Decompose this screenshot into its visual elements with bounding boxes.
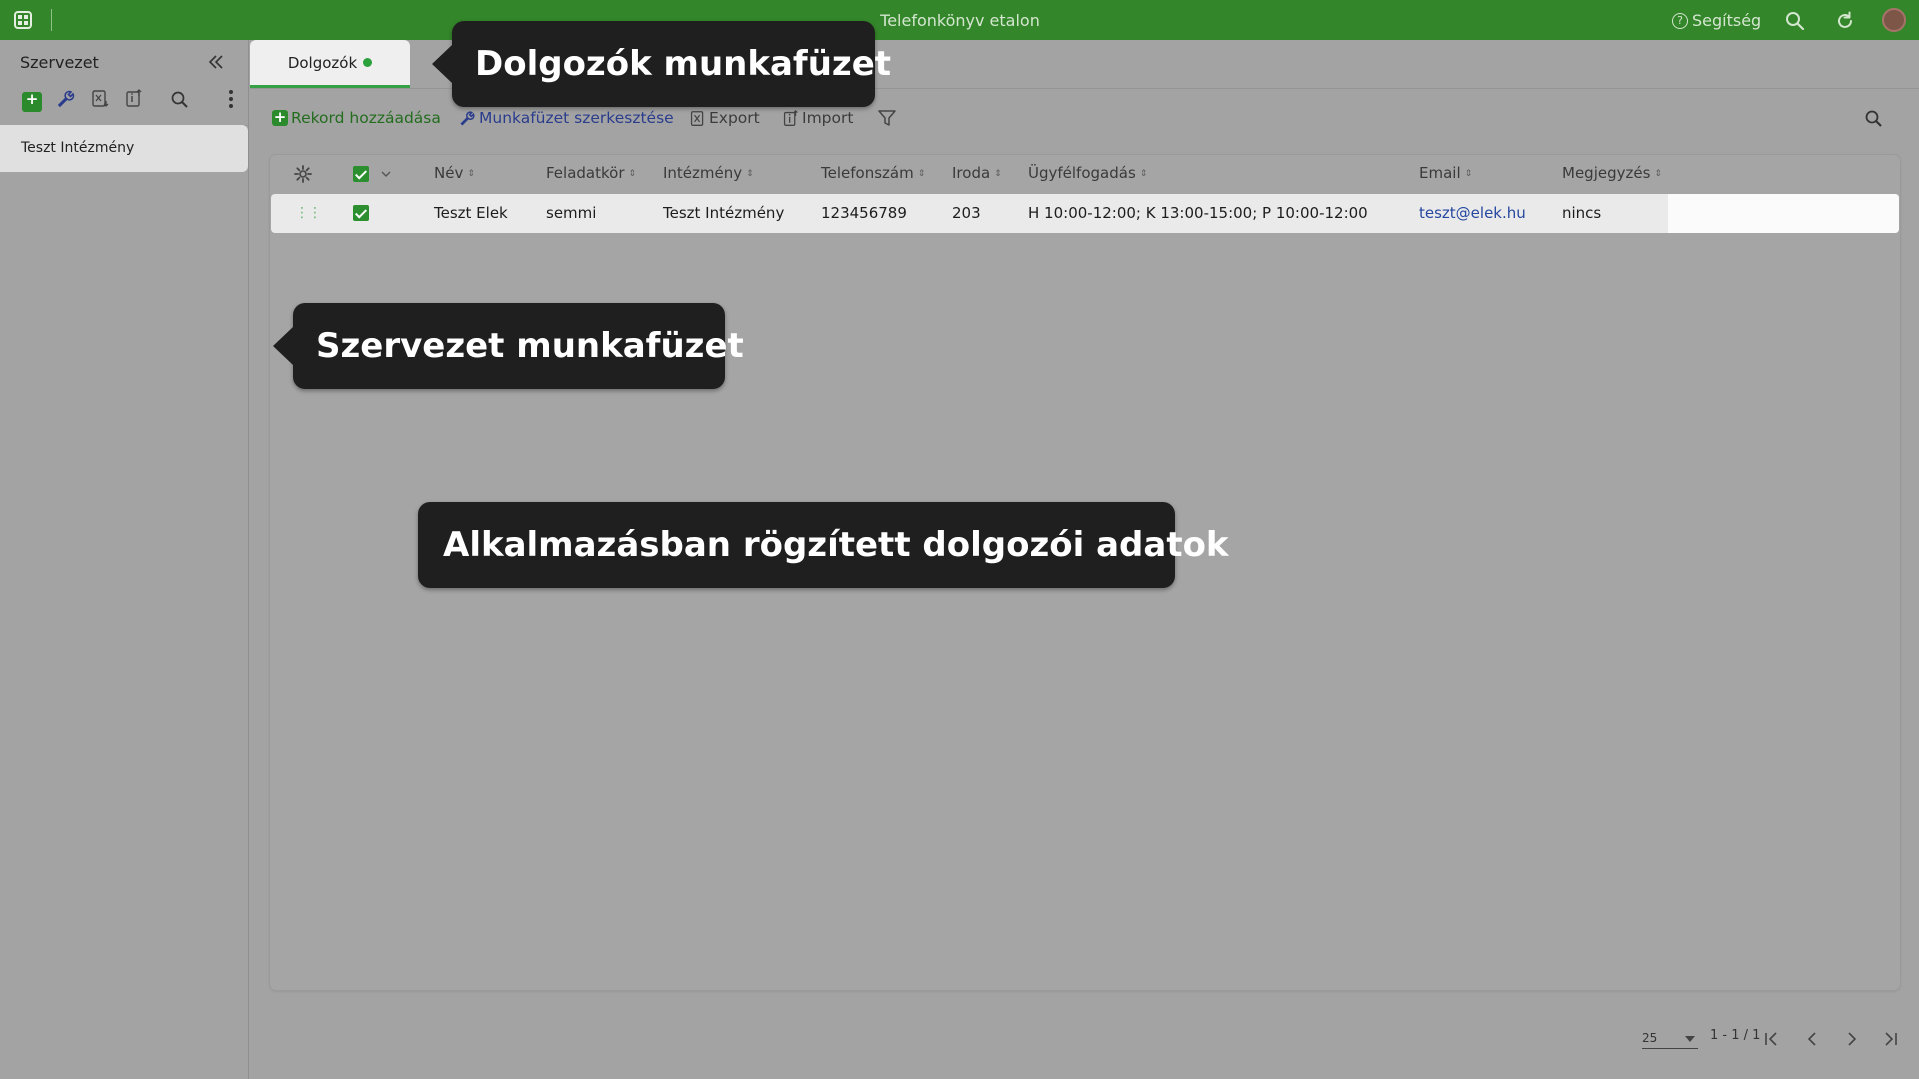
import-label: Import — [802, 109, 854, 127]
column-header-intezmeny: Intézmény — [663, 164, 743, 182]
tab-dolgozok[interactable]: Dolgozók — [250, 40, 410, 88]
import-icon[interactable] — [124, 89, 144, 109]
callout-dolgozok-munkafuzet: Dolgozók munkafüzet — [432, 21, 891, 107]
last-page-icon[interactable] — [1882, 1030, 1900, 1048]
cell-phone: 123456789 — [821, 204, 907, 222]
column-header[interactable]: Intézmény ⇕ — [663, 164, 754, 182]
add-record-label: Rekord hozzáadása — [291, 109, 441, 127]
cell-note: nincs — [1562, 204, 1602, 222]
next-page-icon[interactable] — [1843, 1030, 1861, 1048]
sort-icon: ⇕ — [917, 169, 926, 179]
column-header-ugyfelfogadas: Ügyfélfogadás — [1028, 164, 1136, 182]
wrench-icon — [460, 110, 475, 126]
row-empty-area — [1668, 194, 1899, 233]
column-header-iroda: Iroda — [952, 164, 991, 182]
table-search-icon[interactable] — [1864, 109, 1884, 129]
wrench-icon[interactable] — [56, 89, 76, 109]
sort-icon: ⇕ — [467, 169, 475, 179]
sort-icon: ⇕ — [1139, 169, 1148, 179]
app-grid-icon[interactable] — [14, 11, 32, 29]
cell-office: 203 — [952, 204, 981, 222]
top-bar-divider — [51, 9, 52, 31]
select-all-checkbox[interactable] — [353, 166, 369, 182]
callout-text: Szervezet munkafüzet — [316, 326, 744, 366]
callout-szervezet-munkafuzet: Szervezet munkafüzet — [273, 303, 744, 389]
page-size-value: 25 — [1642, 1031, 1658, 1045]
add-record-button[interactable]: + Rekord hozzáadása — [272, 109, 441, 127]
search-icon[interactable] — [1784, 10, 1806, 32]
collapse-sidebar-icon[interactable] — [206, 52, 226, 72]
export-button[interactable]: Export — [689, 109, 760, 127]
callout-text: Alkalmazásban rögzített dolgozói adatok — [443, 525, 1229, 565]
top-bar: Telefonkönyv etalon ? Segítség — [0, 0, 1919, 40]
edit-workbook-button[interactable]: Munkafüzet szerkesztése — [459, 109, 674, 127]
chevron-down-icon[interactable] — [380, 169, 392, 179]
column-header[interactable]: Email ⇕ — [1419, 164, 1472, 182]
excel-export-icon[interactable] — [90, 89, 110, 109]
column-header[interactable]: Megjegyzés ⇕ — [1562, 164, 1662, 182]
export-label: Export — [709, 109, 760, 127]
tab-label: Dolgozók — [287, 54, 358, 72]
column-header-telefonszam: Telefonszám — [821, 164, 914, 182]
column-header[interactable]: Iroda ⇕ — [952, 164, 1002, 182]
sidebar-search-icon[interactable] — [170, 90, 190, 110]
first-page-icon[interactable] — [1762, 1030, 1780, 1048]
cell-role: semmi — [546, 204, 597, 222]
callout-arrow — [273, 327, 293, 365]
callout-dolgozoi-adatok: Alkalmazásban rögzített dolgozói adatok — [418, 502, 1229, 588]
help-label: Segítség — [1692, 11, 1762, 30]
table-header: Név ⇕ Feladatkör ⇕ Intézmény ⇕ Telefonszám ⇕… — [270, 155, 1900, 193]
import-button[interactable]: Import — [782, 109, 853, 127]
row-checkbox[interactable] — [353, 205, 369, 221]
more-icon[interactable] — [228, 89, 234, 109]
cell-email-link[interactable]: teszt@elek.hu — [1419, 204, 1526, 222]
add-icon[interactable]: + — [22, 89, 42, 112]
page-size-select[interactable]: 25 — [1642, 1031, 1698, 1049]
cell-institution: Teszt Intézmény — [663, 204, 785, 222]
sidebar: Szervezet + Teszt Intézmény — [0, 40, 249, 1079]
column-header[interactable]: Telefonszám ⇕ — [821, 164, 925, 182]
callout-text: Dolgozók munkafüzet — [475, 44, 892, 84]
drag-handle-icon[interactable]: ⋮⋮ — [295, 205, 322, 221]
callout-arrow — [432, 45, 452, 83]
column-header[interactable]: Feladatkör ⇕ — [546, 164, 636, 182]
excel-icon — [690, 110, 704, 126]
sidebar-title: Szervezet — [20, 53, 99, 72]
column-header-email: Email — [1419, 164, 1461, 182]
sort-icon: ⇕ — [1654, 169, 1662, 179]
sort-icon: ⇕ — [1464, 169, 1473, 179]
user-avatar[interactable] — [1882, 8, 1906, 32]
column-header-megjegyzes: Megjegyzés — [1562, 164, 1651, 182]
filter-icon[interactable] — [877, 108, 897, 128]
status-dot — [363, 58, 373, 67]
cell-hours: H 10:00-12:00; K 13:00-15:00; P 10:00-12… — [1028, 204, 1368, 222]
dropdown-caret-icon — [1685, 1036, 1695, 1042]
prev-page-icon[interactable] — [1803, 1030, 1821, 1048]
help-icon: ? — [1672, 12, 1688, 29]
table-row[interactable]: ⋮⋮ Teszt Elek semmi Teszt Intézmény 1234… — [271, 194, 1899, 233]
page-range: 1 - 1 / 1 — [1710, 1028, 1761, 1043]
sort-icon: ⇕ — [746, 169, 754, 179]
column-header-feladatkor: Feladatkör — [546, 164, 625, 182]
import-icon — [783, 109, 798, 126]
cell-name: Teszt Elek — [434, 204, 508, 222]
edit-workbook-label: Munkafüzet szerkesztése — [479, 109, 674, 127]
sort-icon: ⇕ — [628, 169, 637, 179]
help-button[interactable]: ? Segítség — [1672, 11, 1761, 30]
column-header[interactable]: Név ⇕ — [434, 164, 475, 182]
sidebar-item-teszt-intezmeny[interactable]: Teszt Intézmény — [0, 125, 248, 172]
settings-gear-icon[interactable] — [293, 164, 313, 184]
refresh-icon[interactable] — [1834, 10, 1856, 32]
column-header-nev: Név — [434, 164, 464, 182]
column-header[interactable]: Ügyfélfogadás ⇕ — [1028, 164, 1147, 182]
plus-icon: + — [272, 108, 288, 126]
sort-icon: ⇕ — [994, 169, 1002, 179]
